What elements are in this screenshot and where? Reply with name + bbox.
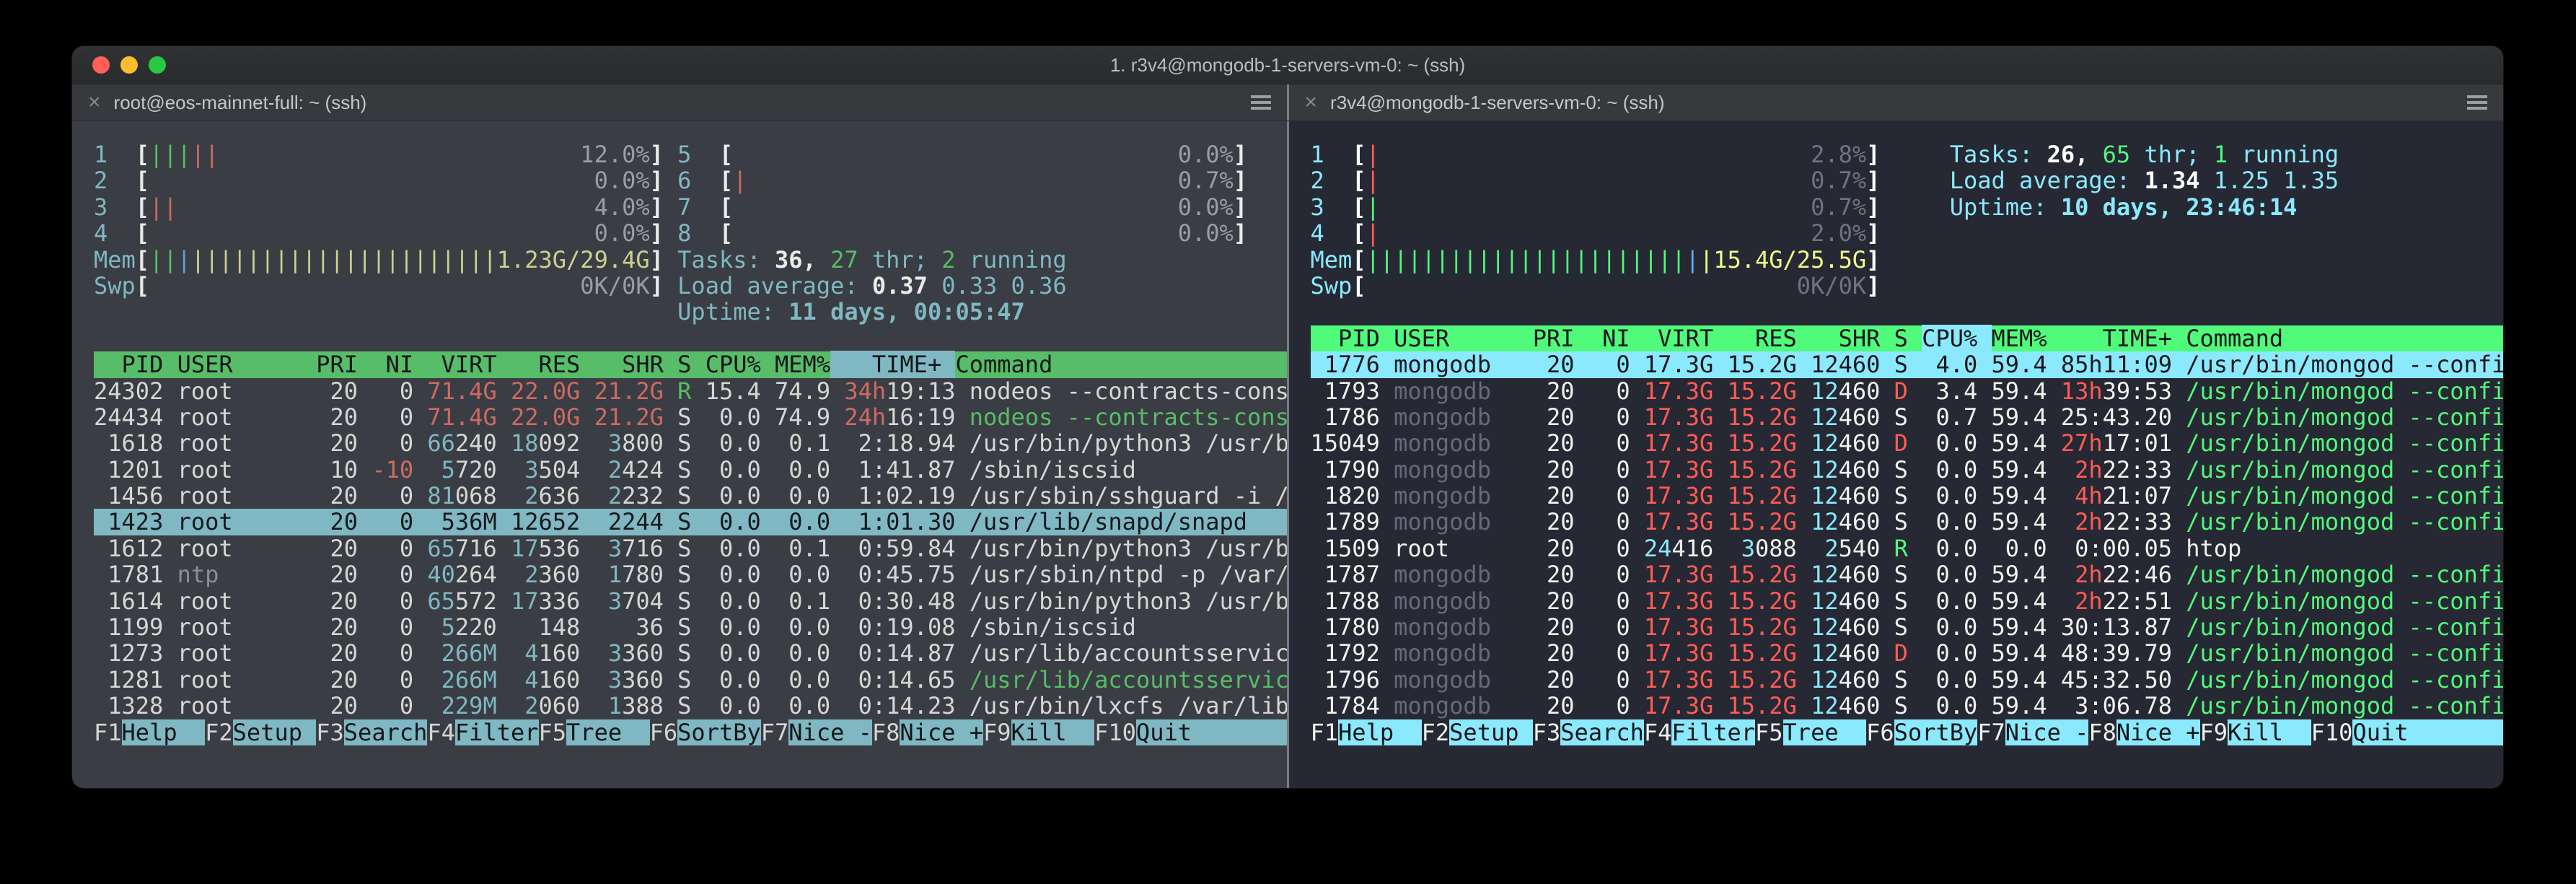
process-row[interactable]: 1784 mongodb 20 0 17.3G 15.2G 12460 S 0.…: [1311, 693, 2504, 719]
process-row[interactable]: 1618 root 20 0 66240 18092 3800 S 0.0 0.…: [94, 430, 1287, 456]
pane-tab-right[interactable]: × r3v4@mongodb-1-servers-vm-0: ~ (ssh): [1289, 84, 2504, 121]
process-row[interactable]: 1456 root 20 0 81068 2636 2232 S 0.0 0.0…: [94, 483, 1287, 509]
pane-title: r3v4@mongodb-1-servers-vm-0: ~ (ssh): [1330, 92, 2454, 114]
window-title: 1. r3v4@mongodb-1-servers-vm-0: ~ (ssh): [72, 54, 2503, 76]
process-row[interactable]: 1786 mongodb 20 0 17.3G 15.2G 12460 S 0.…: [1311, 404, 2504, 430]
cpu-meter-row-4-8: 4 [ 0.0%] 8 [ 0.0%]: [94, 220, 1287, 246]
process-row[interactable]: 1796 mongodb 20 0 17.3G 15.2G 12460 S 0.…: [1311, 667, 2504, 693]
htop-screen: 1 [| 2.8%] Tasks: 26, 65 thr; 1 running2…: [1311, 141, 2504, 745]
terminal-window: 1. r3v4@mongodb-1-servers-vm-0: ~ (ssh) …: [72, 46, 2503, 788]
process-row[interactable]: 1614 root 20 0 65572 17336 3704 S 0.0 0.…: [94, 588, 1287, 614]
fn-sortby[interactable]: F6SortBy: [650, 719, 761, 745]
cpu-meter-row-3-uptime: 3 [| 0.7%] Uptime: 10 days, 23:46:14: [1311, 194, 2504, 220]
process-row-selected[interactable]: 1776 mongodb 20 0 17.3G 15.2G 12460 S 4.…: [1311, 351, 2504, 377]
hamburger-menu-icon[interactable]: [1251, 95, 1271, 110]
pane-tab-left[interactable]: × root@eos-mainnet-full: ~ (ssh): [72, 84, 1287, 121]
process-row[interactable]: 1328 root 20 0 229M 2060 1388 S 0.0 0.0 …: [94, 693, 1287, 719]
cpu-meter-row-1-tasks: 1 [| 2.8%] Tasks: 26, 65 thr; 1 running: [1311, 141, 2504, 167]
traffic-lights: [92, 56, 166, 74]
fn-nice-minus[interactable]: F7Nice -: [761, 719, 872, 745]
process-row[interactable]: 1273 root 20 0 266M 4160 3360 S 0.0 0.0 …: [94, 640, 1287, 666]
process-row[interactable]: 1781 ntp 20 0 40264 2360 1780 S 0.0 0.0 …: [94, 561, 1287, 587]
process-row[interactable]: 1281 root 20 0 266M 4160 3360 S 0.0 0.0 …: [94, 667, 1287, 693]
htop-screen: 1 [||||| 12.0%] 5 [ 0.0%]2 [ 0.0%] 6 [| …: [94, 141, 1287, 745]
fn-kill[interactable]: F9Kill: [983, 719, 1094, 745]
cpu-meter-row-2-6: 2 [ 0.0%] 6 [| 0.7%]: [94, 167, 1287, 193]
function-key-bar: F1Help F2Setup F3SearchF4FilterF5Tree F6…: [94, 719, 1287, 745]
fn-quit[interactable]: F10Quit: [1094, 719, 1286, 745]
process-row[interactable]: 15049 mongodb 20 0 17.3G 15.2G 12460 D 0…: [1311, 430, 2504, 456]
close-button[interactable]: [92, 56, 110, 74]
fn-sortby[interactable]: F6SortBy: [1866, 719, 1977, 745]
process-row[interactable]: 1201 root 10 -10 5720 3504 2424 S 0.0 0.…: [94, 457, 1287, 483]
process-row-selected[interactable]: 1423 root 20 0 536M 12652 2244 S 0.0 0.0…: [94, 509, 1287, 535]
fn-nice-minus[interactable]: F7Nice -: [1977, 719, 2088, 745]
terminal-line: [1311, 299, 2504, 325]
process-row[interactable]: 1787 mongodb 20 0 17.3G 15.2G 12460 S 0.…: [1311, 561, 2504, 587]
cpu-meter-row-4: 4 [| 2.0%]: [1311, 220, 2504, 246]
fn-nice-plus[interactable]: F8Nice +: [2088, 719, 2199, 745]
swap-meter-row: Swp[ 0K/0K]: [1311, 273, 2504, 299]
cpu-meter-row-1-5: 1 [||||| 12.0%] 5 [ 0.0%]: [94, 141, 1287, 167]
fn-help[interactable]: F1Help: [1311, 719, 1422, 745]
fn-quit[interactable]: F10Quit: [2311, 719, 2503, 745]
process-row[interactable]: 1788 mongodb 20 0 17.3G 15.2G 12460 S 0.…: [1311, 588, 2504, 614]
fn-filter[interactable]: F4Filter: [1644, 719, 1755, 745]
split-content: 1 [||||| 12.0%] 5 [ 0.0%]2 [ 0.0%] 6 [| …: [72, 121, 2503, 788]
process-row[interactable]: 1199 root 20 0 5220 148 36 S 0.0 0.0 0:1…: [94, 614, 1287, 640]
process-row[interactable]: 1820 mongodb 20 0 17.3G 15.2G 12460 S 0.…: [1311, 483, 2504, 509]
process-row[interactable]: 1790 mongodb 20 0 17.3G 15.2G 12460 S 0.…: [1311, 457, 2504, 483]
process-row[interactable]: 1780 mongodb 20 0 17.3G 15.2G 12460 S 0.…: [1311, 614, 2504, 640]
process-row[interactable]: 1789 mongodb 20 0 17.3G 15.2G 12460 S 0.…: [1311, 509, 2504, 535]
fn-tree[interactable]: F5Tree: [1755, 719, 1866, 745]
mem-meter-tasks-row: Mem[|||||||||||||||||||||||||1.23G/29.4G…: [94, 247, 1287, 273]
table-header[interactable]: PID USER PRI NI VIRT RES SHR S CPU% MEM%…: [94, 351, 1287, 377]
close-pane-icon[interactable]: ×: [88, 92, 101, 113]
fn-nice-plus[interactable]: F8Nice +: [872, 719, 983, 745]
uptime-row: Uptime: 11 days, 00:05:47: [94, 299, 1287, 325]
terminal-line: [94, 325, 1287, 351]
process-row[interactable]: 24434 root 20 0 71.4G 22.0G 21.2G S 0.0 …: [94, 404, 1287, 430]
table-header[interactable]: PID USER PRI NI VIRT RES SHR S CPU% MEM%…: [1311, 325, 2504, 351]
cpu-meter-row-2-load: 2 [| 0.7%] Load average: 1.34 1.25 1.35: [1311, 167, 2504, 193]
mem-meter-row: Mem[|||||||||||||||||||||||||15.4G/25.5G…: [1311, 247, 2504, 273]
process-row[interactable]: 24302 root 20 0 71.4G 22.0G 21.2G R 15.4…: [94, 378, 1287, 404]
function-key-bar: F1Help F2Setup F3SearchF4FilterF5Tree F6…: [1311, 719, 2504, 745]
pane-title-bars: × root@eos-mainnet-full: ~ (ssh) × r3v4@…: [72, 84, 2503, 121]
desktop: { "window": { "title": "1. r3v4@mongodb-…: [0, 0, 2576, 884]
fn-help[interactable]: F1Help: [94, 719, 205, 745]
process-row[interactable]: 1792 mongodb 20 0 17.3G 15.2G 12460 D 0.…: [1311, 640, 2504, 666]
fn-setup[interactable]: F2Setup: [1422, 719, 1533, 745]
swap-meter-load-row: Swp[ 0K/0K] Load average: 0.37 0.33 0.36: [94, 273, 1287, 299]
fn-kill[interactable]: F9Kill: [2200, 719, 2311, 745]
process-row[interactable]: 1612 root 20 0 65716 17536 3716 S 0.0 0.…: [94, 535, 1287, 561]
fn-tree[interactable]: F5Tree: [539, 719, 650, 745]
close-pane-icon[interactable]: ×: [1305, 92, 1318, 113]
process-row[interactable]: 1793 mongodb 20 0 17.3G 15.2G 12460 D 3.…: [1311, 378, 2504, 404]
title-bar[interactable]: 1. r3v4@mongodb-1-servers-vm-0: ~ (ssh): [72, 46, 2503, 84]
process-row[interactable]: 1509 root 20 0 24416 3088 2540 R 0.0 0.0…: [1311, 535, 2504, 561]
minimize-button[interactable]: [120, 56, 138, 74]
cpu-meter-row-3-7: 3 [|| 4.0%] 7 [ 0.0%]: [94, 194, 1287, 220]
terminal-pane-right[interactable]: 1 [| 2.8%] Tasks: 26, 65 thr; 1 running2…: [1289, 121, 2504, 788]
hamburger-menu-icon[interactable]: [2467, 95, 2487, 110]
fn-search[interactable]: F3Search: [1533, 719, 1644, 745]
fn-filter[interactable]: F4Filter: [427, 719, 538, 745]
zoom-button[interactable]: [149, 56, 166, 74]
fn-setup[interactable]: F2Setup: [205, 719, 316, 745]
terminal-pane-left[interactable]: 1 [||||| 12.0%] 5 [ 0.0%]2 [ 0.0%] 6 [| …: [72, 121, 1287, 788]
pane-title: root@eos-mainnet-full: ~ (ssh): [114, 92, 1238, 114]
fn-search[interactable]: F3Search: [316, 719, 427, 745]
